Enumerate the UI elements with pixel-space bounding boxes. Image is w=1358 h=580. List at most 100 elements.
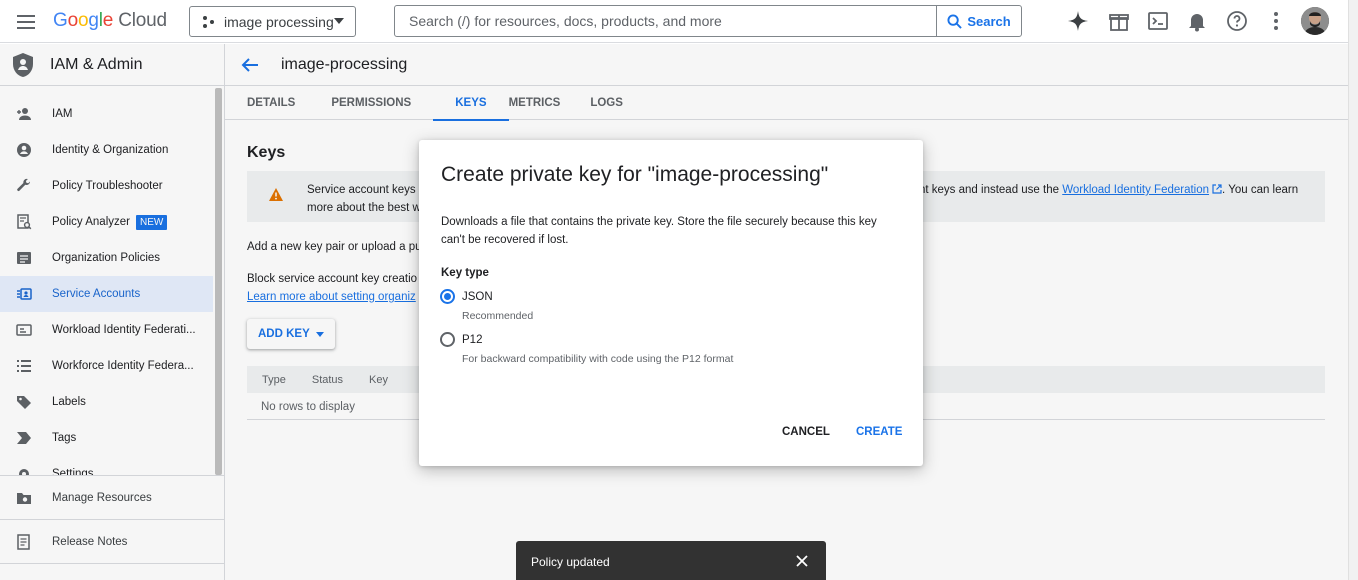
project-dots-icon	[203, 15, 214, 28]
radio-label-json: JSON	[462, 290, 493, 303]
notes-icon	[17, 533, 30, 550]
folder-gear-icon	[17, 492, 31, 504]
id-card-icon	[16, 324, 32, 336]
external-link-icon	[1212, 184, 1222, 194]
add-key-instructions: Add a new key pair or upload a pu	[247, 241, 422, 253]
add-key-label: ADD KEY	[258, 328, 310, 340]
sidebar-item-organization-policies[interactable]: Organization Policies	[0, 240, 213, 276]
sidebar-item-label: Release Notes	[52, 535, 128, 548]
sidebar-item-label: Organization Policies	[52, 252, 161, 264]
list-icon	[17, 360, 31, 372]
page-title: image-processing	[281, 55, 408, 73]
top-bar: Google Cloud image processing Search	[0, 0, 1348, 43]
tab-logs[interactable]: LOGS	[574, 86, 637, 120]
tab-permissions[interactable]: PERMISSIONS	[309, 86, 425, 120]
search-button-label: Search	[967, 13, 1011, 29]
sidebar-item-policy-analyzer[interactable]: Policy Analyzer NEW	[0, 204, 213, 240]
radio-sub-json: Recommended	[462, 310, 534, 322]
chevron-down-icon	[315, 331, 324, 337]
back-arrow-icon[interactable]	[241, 57, 259, 73]
person-add-icon	[17, 108, 31, 120]
logo-cloud-text: Cloud	[118, 10, 167, 31]
radio-button-p12[interactable]	[440, 332, 455, 347]
search-input[interactable]	[395, 6, 936, 36]
sidebar: IAM & Admin IAM Identity & Organization …	[0, 44, 225, 580]
workload-identity-federation-link[interactable]: Workload Identity Federation	[1062, 184, 1209, 196]
sidebar-scrollbar[interactable]	[215, 88, 222, 475]
radio-sub-p12: For backward compatibility with code usi…	[462, 353, 734, 365]
gift-icon[interactable]	[1108, 10, 1130, 32]
column-header-key[interactable]: Key	[369, 374, 388, 386]
search-icon	[947, 13, 963, 29]
sidebar-item-tags[interactable]: Tags	[0, 420, 213, 456]
policy-analyzer-icon	[17, 214, 32, 230]
learn-more-link[interactable]: Learn more about setting organiz	[247, 291, 416, 303]
sidebar-item-manage-resources[interactable]: Manage Resources	[0, 476, 224, 520]
tab-metrics[interactable]: METRICS	[509, 86, 575, 120]
sidebar-item-settings[interactable]: Settings	[0, 456, 213, 476]
wrench-icon	[17, 178, 31, 191]
page-header: image-processing	[225, 44, 1348, 86]
new-badge: NEW	[135, 214, 168, 230]
radio-json[interactable]: JSON	[440, 289, 493, 304]
project-picker[interactable]: image processing	[189, 6, 356, 37]
column-header-status[interactable]: Status	[312, 374, 343, 386]
cloud-shell-icon[interactable]	[1147, 10, 1169, 32]
sidebar-header: IAM & Admin	[0, 44, 224, 86]
create-key-dialog: Create private key for "image-processing…	[419, 140, 923, 466]
keys-section-title: Keys	[247, 144, 286, 161]
sidebar-item-label: Identity & Organization	[52, 144, 169, 156]
search-button[interactable]: Search	[936, 6, 1021, 36]
column-header-type[interactable]: Type	[262, 374, 286, 386]
cancel-button[interactable]: CANCEL	[782, 426, 830, 438]
notifications-bell-icon[interactable]	[1186, 10, 1208, 32]
sidebar-item-labels[interactable]: Labels	[0, 384, 213, 420]
sidebar-item-label: Tags	[52, 432, 77, 444]
radio-button-json[interactable]	[440, 289, 455, 304]
user-avatar-icon	[1301, 7, 1329, 35]
block-key-text: Block service account key creatio	[247, 273, 418, 285]
more-vert-icon[interactable]	[1265, 10, 1287, 32]
google-cloud-logo[interactable]: Google Cloud	[53, 10, 167, 32]
sidebar-item-label: Labels	[52, 396, 86, 408]
snackbar: Policy updated	[516, 541, 826, 580]
sidebar-item-workforce-identity-federation[interactable]: Workforce Identity Federa...	[0, 348, 213, 384]
sidebar-item-label: IAM	[52, 108, 73, 120]
sidebar-item-workload-identity-federation[interactable]: Workload Identity Federati...	[0, 312, 213, 348]
sidebar-item-policy-troubleshooter[interactable]: Policy Troubleshooter	[0, 168, 213, 204]
sidebar-item-identity-organization[interactable]: Identity & Organization	[0, 132, 213, 168]
warning-triangle-icon	[269, 188, 283, 201]
project-name: image processing	[224, 13, 334, 30]
sidebar-item-label: Service Accounts	[52, 288, 141, 300]
dialog-description: Downloads a file that contains the priva…	[441, 216, 877, 246]
radio-p12[interactable]: P12	[440, 332, 482, 347]
help-icon[interactable]	[1226, 10, 1248, 32]
close-icon[interactable]	[796, 555, 808, 567]
sidebar-item-label: Workload Identity Federati...	[52, 324, 196, 336]
tab-bar: DETAILS PERMISSIONS KEYS METRICS LOGS	[225, 86, 1348, 121]
sidebar-bottom: Manage Resources Release Notes	[0, 475, 224, 564]
hamburger-menu-icon[interactable]	[14, 10, 38, 34]
tab-keys[interactable]: KEYS	[433, 86, 509, 121]
create-button[interactable]: CREATE	[856, 426, 902, 438]
sidebar-item-service-accounts[interactable]: Service Accounts	[0, 276, 213, 312]
chevron-down-icon	[334, 18, 344, 24]
warning-text-right: nt keys and instead use the Workload Ide…	[919, 181, 1298, 199]
radio-label-p12: P12	[462, 333, 483, 346]
add-key-button[interactable]: ADD KEY	[247, 319, 335, 349]
avatar[interactable]	[1301, 7, 1329, 35]
list-box-icon	[17, 252, 31, 264]
window-scrollbar[interactable]	[1348, 0, 1358, 580]
warning-right-text-2: . You can learn	[1222, 184, 1299, 196]
shield-icon	[13, 52, 33, 77]
sidebar-item-label: Workforce Identity Federa...	[52, 360, 194, 372]
snackbar-message: Policy updated	[531, 555, 610, 569]
sidebar-item-iam[interactable]: IAM	[0, 96, 213, 132]
dialog-title: Create private key for "image-processing…	[441, 163, 829, 186]
tab-details[interactable]: DETAILS	[225, 86, 309, 120]
sidebar-title: IAM & Admin	[50, 55, 143, 73]
warning-right-text: nt keys and instead use the	[919, 184, 1063, 196]
sidebar-item-release-notes[interactable]: Release Notes	[0, 520, 224, 564]
gemini-sparkle-icon[interactable]	[1067, 10, 1089, 32]
key-type-label: Key type	[441, 267, 489, 279]
